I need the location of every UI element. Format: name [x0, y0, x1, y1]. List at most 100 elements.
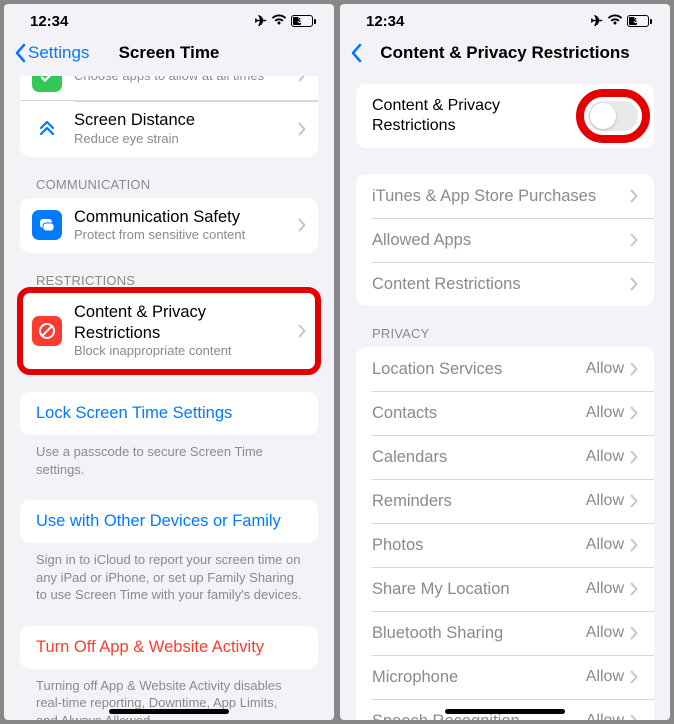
chevron-right-icon — [630, 494, 638, 508]
page-title: Content & Privacy Restrictions — [340, 43, 670, 63]
group-toggle: Content & Privacy Restrictions — [356, 84, 654, 148]
row-label: Location Services — [372, 359, 586, 380]
home-indicator[interactable] — [109, 709, 229, 714]
row-screen-distance-title: Screen Distance — [74, 110, 292, 131]
chevron-right-icon — [298, 324, 306, 338]
row-calendars[interactable]: CalendarsAllow — [356, 435, 654, 479]
row-content-privacy-sub: Block inappropriate content — [74, 343, 292, 360]
left-scroll[interactable]: Choose apps to allow at all times Screen… — [4, 76, 334, 720]
lock-footer: Use a passcode to secure Screen Time set… — [36, 443, 302, 478]
row-itunes-app-store-purchases[interactable]: iTunes & App Store Purchases — [356, 174, 654, 218]
row-value: Allow — [586, 448, 624, 466]
privacy-header: PRIVACY — [372, 326, 638, 341]
chevron-right-icon — [298, 122, 306, 136]
row-always-allowed-sub: Choose apps to allow at all times — [74, 76, 292, 85]
group-restrictions: Content & Privacy Restrictions Block ina… — [20, 290, 318, 372]
chevron-right-icon — [630, 233, 638, 247]
airplane-icon: ✈︎ — [254, 12, 267, 30]
wifi-icon — [271, 13, 287, 30]
back-button[interactable]: Settings — [14, 43, 89, 63]
row-value: Allow — [586, 360, 624, 378]
chevron-right-icon — [630, 670, 638, 684]
row-label: Calendars — [372, 447, 586, 468]
chevron-right-icon — [630, 450, 638, 464]
group-privacy: Location ServicesAllowContactsAllowCalen… — [356, 347, 654, 720]
row-label: Photos — [372, 535, 586, 556]
communication-header: COMMUNICATION — [36, 177, 302, 192]
row-content-restrictions[interactable]: Content Restrictions — [356, 262, 654, 306]
row-label: Microphone — [372, 667, 586, 688]
chevron-right-icon — [630, 714, 638, 720]
row-content-privacy[interactable]: Content & Privacy Restrictions Block ina… — [20, 290, 318, 372]
chevron-right-icon — [630, 189, 638, 203]
row-allowed-apps[interactable]: Allowed Apps — [356, 218, 654, 262]
row-contacts[interactable]: ContactsAllow — [356, 391, 654, 435]
wifi-icon — [607, 13, 623, 30]
row-screen-distance[interactable]: Screen Distance Reduce eye strain — [20, 101, 318, 157]
distance-icon — [32, 114, 62, 144]
row-reminders[interactable]: RemindersAllow — [356, 479, 654, 523]
row-value: Allow — [586, 624, 624, 642]
row-value: Allow — [586, 668, 624, 686]
row-label: Bluetooth Sharing — [372, 623, 586, 644]
group-lock: Lock Screen Time Settings — [20, 392, 318, 435]
turnoff-button[interactable]: Turn Off App & Website Activity — [20, 626, 318, 669]
row-label: Contacts — [372, 403, 586, 424]
status-right: ✈︎ 38 — [254, 12, 316, 30]
row-always-allowed[interactable]: Choose apps to allow at all times — [20, 76, 318, 101]
left-phone: 12:34 ✈︎ 38 Settings Screen Time Choose … — [4, 4, 334, 720]
row-value: Allow — [586, 580, 624, 598]
group-turnoff: Turn Off App & Website Activity — [20, 626, 318, 669]
other-devices-button[interactable]: Use with Other Devices or Family — [20, 500, 318, 543]
row-communication-safety[interactable]: Communication Safety Protect from sensit… — [20, 198, 318, 254]
status-right: ✈︎ 38 — [590, 12, 652, 30]
row-label: iTunes & App Store Purchases — [372, 186, 624, 207]
row-value: Allow — [586, 492, 624, 510]
checkmark-icon — [32, 76, 62, 92]
row-communication-safety-title: Communication Safety — [74, 207, 292, 228]
row-label: Allowed Apps — [372, 230, 624, 251]
back-button[interactable] — [350, 43, 364, 63]
row-screen-distance-sub: Reduce eye strain — [74, 131, 292, 148]
row-value: Allow — [586, 404, 624, 422]
lock-settings-button[interactable]: Lock Screen Time Settings — [20, 392, 318, 435]
right-phone: 12:34 ✈︎ 38 Content & Privacy Restrictio… — [340, 4, 670, 720]
chevron-right-icon — [298, 218, 306, 232]
battery-icon: 38 — [291, 15, 316, 27]
status-bar: 12:34 ✈︎ 38 — [340, 4, 670, 34]
row-bluetooth-sharing[interactable]: Bluetooth SharingAllow — [356, 611, 654, 655]
row-label: Reminders — [372, 491, 586, 512]
chevron-right-icon — [630, 277, 638, 291]
row-photos[interactable]: PhotosAllow — [356, 523, 654, 567]
chevron-right-icon — [630, 538, 638, 552]
row-microphone[interactable]: MicrophoneAllow — [356, 655, 654, 699]
other-footer: Sign in to iCloud to report your screen … — [36, 551, 302, 604]
home-indicator[interactable] — [445, 709, 565, 714]
chat-icon — [32, 210, 62, 240]
chevron-right-icon — [630, 626, 638, 640]
nav-bar: Content & Privacy Restrictions — [340, 34, 670, 76]
group-other-devices: Use with Other Devices or Family — [20, 500, 318, 543]
nosign-icon — [32, 316, 62, 346]
right-scroll[interactable]: Content & Privacy Restrictions iTunes & … — [340, 76, 670, 720]
cpr-toggle-label: Content & Privacy Restrictions — [372, 96, 588, 136]
row-label: Content Restrictions — [372, 274, 624, 295]
chevron-right-icon — [298, 76, 306, 82]
row-communication-safety-sub: Protect from sensitive content — [74, 227, 292, 244]
row-share-my-location[interactable]: Share My LocationAllow — [356, 567, 654, 611]
row-value: Allow — [586, 536, 624, 554]
cpr-toggle[interactable] — [588, 101, 638, 131]
group-communication: Communication Safety Protect from sensit… — [20, 198, 318, 254]
row-location-services[interactable]: Location ServicesAllow — [356, 347, 654, 391]
chevron-left-icon — [14, 43, 26, 63]
battery-icon: 38 — [627, 15, 652, 27]
chevron-left-icon — [350, 43, 362, 63]
group-top: Choose apps to allow at all times Screen… — [20, 76, 318, 157]
airplane-icon: ✈︎ — [590, 12, 603, 30]
status-time: 12:34 — [30, 13, 68, 30]
chevron-right-icon — [630, 362, 638, 376]
row-content-privacy-title: Content & Privacy Restrictions — [74, 302, 292, 343]
restrictions-header: RESTRICTIONS — [36, 273, 302, 288]
chevron-right-icon — [630, 406, 638, 420]
row-label: Share My Location — [372, 579, 586, 600]
